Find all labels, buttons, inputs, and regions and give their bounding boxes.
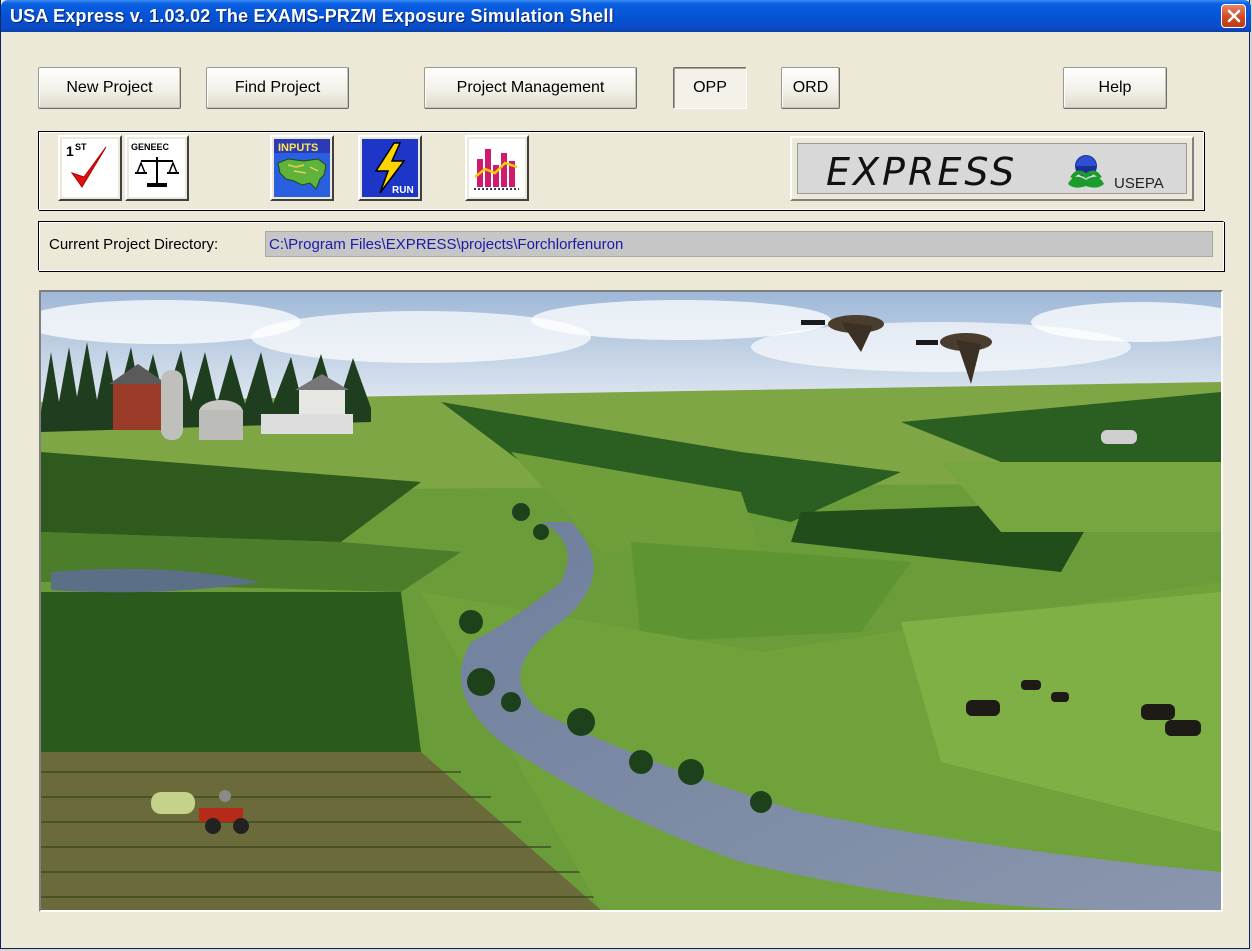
results-chart-icon: [474, 149, 519, 190]
run-button[interactable]: RUN: [358, 135, 422, 201]
first-tier-checkmark-icon: 1 ST: [66, 142, 107, 188]
farm-landscape-image: [39, 290, 1223, 912]
close-icon: [1227, 9, 1240, 23]
geneec-scale-icon: GENEEC: [131, 142, 179, 187]
geneec-button[interactable]: GENEEC: [125, 135, 189, 201]
run-lightning-icon: RUN: [362, 139, 418, 197]
usepa-label: USEPA: [1114, 175, 1164, 192]
express-logo-text: EXPRESS: [826, 150, 1018, 194]
find-project-button[interactable]: Find Project: [206, 67, 349, 109]
svg-text:ST: ST: [75, 142, 87, 152]
results-button[interactable]: [465, 135, 529, 201]
svg-text:INPUTS: INPUTS: [278, 142, 318, 154]
project-directory-value: C:\Program Files\EXPRESS\projects\Forchl…: [269, 236, 624, 253]
inputs-button[interactable]: INPUTS: [270, 135, 334, 201]
inputs-map-icon: INPUTS: [274, 139, 330, 197]
project-directory-label: Current Project Directory:: [49, 236, 219, 253]
application-window: USA Express v. 1.03.02 The EXAMS-PRZM Ex…: [0, 0, 1251, 949]
express-logo: EXPRESS USEPA: [790, 136, 1194, 201]
svg-text:GENEEC: GENEEC: [131, 142, 170, 152]
title-bar[interactable]: USA Express v. 1.03.02 The EXAMS-PRZM Ex…: [1, 0, 1251, 32]
help-button[interactable]: Help: [1063, 67, 1167, 109]
project-management-button[interactable]: Project Management: [424, 67, 637, 109]
epa-flower-icon: [1068, 155, 1104, 188]
close-button[interactable]: [1221, 4, 1246, 28]
ord-button[interactable]: ORD: [781, 67, 840, 109]
svg-text:RUN: RUN: [392, 185, 414, 196]
project-directory-panel: Current Project Directory: C:\Program Fi…: [38, 221, 1224, 271]
opp-button[interactable]: OPP: [673, 67, 747, 109]
first-tier-button[interactable]: 1 ST: [58, 135, 122, 201]
window-title: USA Express v. 1.03.02 The EXAMS-PRZM Ex…: [10, 6, 614, 26]
project-directory-field: C:\Program Files\EXPRESS\projects\Forchl…: [265, 231, 1213, 257]
new-project-button[interactable]: New Project: [38, 67, 181, 109]
svg-text:1: 1: [66, 143, 74, 159]
